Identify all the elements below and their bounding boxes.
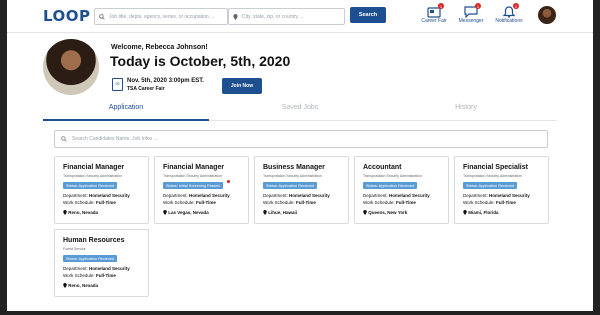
active-tab-indicator: [43, 119, 209, 121]
status-badge: Status: Application Recieved: [463, 182, 518, 189]
job-location: Las Vegas, Nevada: [163, 210, 209, 215]
event-name: TSA Career Fair: [127, 86, 165, 92]
location-pin-icon: [363, 210, 367, 215]
nav-label: Career Fair: [421, 18, 447, 24]
calendar-day: 05: [115, 82, 120, 86]
left-border: [0, 0, 7, 315]
job-department: Department: Homeland Security: [63, 266, 130, 271]
application-card[interactable]: Accountant Transportation Security Admin…: [354, 156, 449, 224]
status-badge: Status: Initial Screening Passed: [163, 182, 223, 189]
job-organization: Transportation Security Administration: [363, 174, 423, 178]
job-search-placeholder: Job title, depts, agency, series, or occ…: [109, 13, 215, 20]
nav-label: Messenger: [458, 18, 484, 24]
join-now-button[interactable]: Join Now: [222, 78, 262, 94]
tab-history[interactable]: History: [383, 104, 549, 111]
location-pin-icon: [463, 210, 467, 215]
top-header: LOOP Job title, depts, agency, series, o…: [7, 0, 593, 33]
search-icon: [99, 13, 105, 20]
location-pin-icon: [163, 210, 167, 215]
job-title: Financial Specialist: [463, 164, 528, 171]
nav-career-fair[interactable]: 1 Career Fair: [419, 3, 449, 24]
job-title: Financial Manager: [163, 164, 225, 171]
welcome-text: Welcome, Rebecca Johnson!: [111, 44, 208, 51]
new-update-dot: [227, 180, 230, 183]
job-schedule: Work Schedule: Full-Time: [363, 200, 416, 205]
location-pin-icon: [63, 283, 67, 288]
nav-notifications[interactable]: 2 Notifications: [494, 3, 524, 24]
job-organization: Transportation Security Administration: [263, 174, 323, 178]
app-frame: LOOP Job title, depts, agency, series, o…: [0, 0, 600, 315]
application-card[interactable]: Financial Manager Transportation Securit…: [54, 156, 149, 224]
bottom-border: [0, 311, 600, 315]
status-badge: Status: Application Recieved: [263, 182, 318, 189]
candidate-search-input[interactable]: Search Candidates Name, Job Infos ...: [54, 130, 548, 148]
location-search-input[interactable]: City, state, zip, or country ...: [228, 8, 345, 25]
nav-messenger[interactable]: 1 Messenger: [456, 3, 486, 24]
job-organization: Transportation Security Administration: [163, 174, 223, 178]
application-card[interactable]: Financial Manager Transportation Securit…: [154, 156, 249, 224]
job-location: Reno, Nevada: [63, 210, 98, 215]
job-schedule: Work Schedule: Full-Time: [63, 200, 116, 205]
job-location: Queens, New York: [363, 210, 407, 215]
job-search-input[interactable]: Job title, depts, agency, series, or occ…: [94, 8, 228, 25]
job-location: Lihue, Hawaii: [263, 210, 297, 215]
job-organization: Transportation Security Administration: [463, 174, 523, 178]
job-title: Accountant: [363, 164, 402, 171]
loop-logo[interactable]: LOOP: [43, 7, 91, 25]
location-pin-icon: [263, 210, 267, 215]
event-time: Nov. 5th, 2020 3:00pm EST.: [127, 78, 204, 84]
location-pin-icon: [63, 210, 67, 215]
tab-saved-jobs[interactable]: Saved Jobs: [217, 104, 383, 111]
application-card[interactable]: Financial Specialist Transportation Secu…: [454, 156, 549, 224]
job-title: Financial Manager: [63, 164, 125, 171]
messenger-badge: 1: [475, 3, 481, 9]
job-title: Human Resources: [63, 237, 125, 244]
tab-bar: Application Saved Jobs History: [43, 104, 557, 121]
status-badge: Status: Application Recieved: [63, 182, 118, 189]
status-badge: Status: Application Recieved: [63, 255, 118, 262]
search-icon: [61, 136, 67, 142]
job-location: Miami, Florida: [463, 210, 499, 215]
job-schedule: Work Schedule: Full-Time: [63, 273, 116, 278]
application-card[interactable]: Human Resources Forest Service Status: A…: [54, 229, 149, 297]
job-title: Business Manager: [263, 164, 325, 171]
application-card[interactable]: Business Manager Transportation Security…: [254, 156, 349, 224]
profile-photo: [43, 39, 99, 95]
search-button[interactable]: Search: [350, 7, 386, 23]
calendar-icon: 05: [112, 78, 123, 91]
right-border: [593, 0, 600, 315]
location-search-placeholder: City, state, zip, or country ...: [242, 13, 304, 20]
location-pin-icon: [233, 13, 238, 20]
career-fair-badge: 1: [438, 3, 444, 9]
job-location: Reno, Nevada: [63, 283, 98, 288]
job-schedule: Work Schedule: Full-Time: [263, 200, 316, 205]
user-avatar[interactable]: [538, 6, 556, 24]
job-schedule: Work Schedule: Full-Time: [163, 200, 216, 205]
job-department: Department: Homeland Security: [263, 193, 330, 198]
job-organization: Transportation Security Administration: [63, 174, 123, 178]
job-schedule: Work Schedule: Full-Time: [463, 200, 516, 205]
job-organization: Forest Service: [63, 247, 86, 251]
job-department: Department: Homeland Security: [363, 193, 430, 198]
tab-application[interactable]: Application: [43, 104, 209, 111]
job-department: Department: Homeland Security: [163, 193, 230, 198]
career-fair-icon: 1: [427, 3, 444, 18]
notifications-badge: 2: [513, 3, 519, 9]
nav-label: Notifications: [495, 18, 523, 24]
today-heading: Today is October, 5th, 2020: [110, 53, 291, 69]
job-department: Department: Homeland Security: [463, 193, 530, 198]
messenger-icon: 1: [464, 3, 481, 19]
candidate-search-placeholder: Search Candidates Name, Job Infos ...: [72, 136, 158, 142]
job-department: Department: Homeland Security: [63, 193, 130, 198]
status-badge: Status: Application Recieved: [363, 182, 418, 189]
bell-icon: 2: [502, 3, 519, 18]
